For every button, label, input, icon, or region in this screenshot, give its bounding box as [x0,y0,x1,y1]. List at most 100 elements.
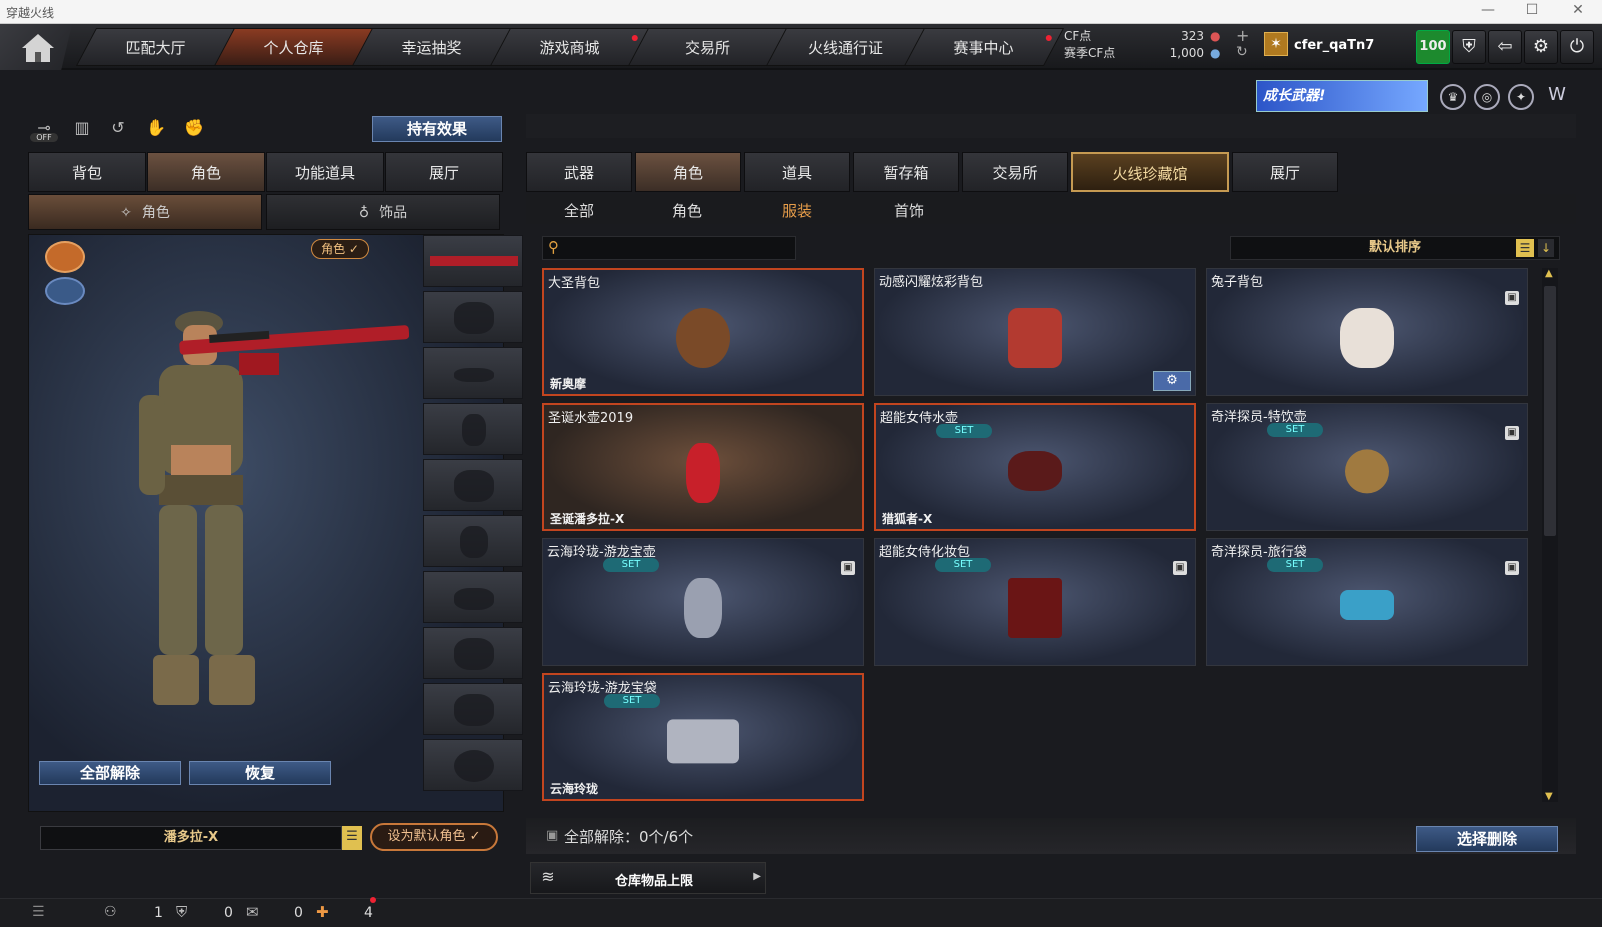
clan-icon[interactable]: ⛨ [176,903,187,921]
tab-event-center[interactable]: 赛事中心 [903,28,1065,66]
glove-icon[interactable]: ✊ [180,118,208,144]
scroll-up-icon[interactable]: ▲ [1545,268,1553,279]
home-button[interactable] [0,24,72,70]
lock-icon[interactable]: ▣ [1173,561,1187,575]
slot-weapon[interactable] [423,235,523,287]
slot-backpack[interactable] [423,459,523,511]
refresh-icon[interactable]: ↻ [1236,44,1248,60]
warehouse-limit-bar[interactable]: ≋ 仓库物品上限 ▶ [530,862,766,894]
subtab-role[interactable]: 角色 [672,200,702,221]
restore-button[interactable]: 恢复 [189,761,331,785]
subtab-clothing[interactable]: 服装 [782,200,812,221]
toggle-off-icon[interactable]: ⊸ OFF [30,118,58,144]
growth-weapon-banner[interactable]: 成长武器! [1256,80,1428,112]
tab-storage-box[interactable]: 暂存箱 [853,152,959,192]
item-card[interactable]: 兔子背包 ▣ [1206,268,1528,396]
item-card[interactable]: 圣诞水壶2019 圣诞潘多拉-X [542,403,864,531]
list-icon[interactable]: ☰ [32,904,45,920]
tab-game-shop[interactable]: 游戏商城 [489,28,651,66]
item-card[interactable]: 大圣背包 新奥摩 [542,268,864,396]
scrollbar[interactable]: ▲ ▼ [1542,268,1558,802]
pose-icon[interactable]: ✋ [142,118,170,144]
slot-ring[interactable] [423,739,523,791]
exit-room-icon[interactable]: ⇦ [1488,30,1522,64]
power-icon[interactable]: ⏻ [1560,30,1594,64]
star-icon[interactable]: ✦ [1508,84,1534,110]
shield-icon[interactable]: ⛨ [1452,30,1486,64]
lock-icon[interactable]: ▣ [1505,291,1519,305]
level-badge[interactable]: 100 [1416,30,1450,64]
unequip-all-button[interactable]: 全部解除 [39,761,181,785]
sort-dropdown[interactable]: 默认排序 [1230,236,1560,260]
menu-icon[interactable]: ☰ [342,826,362,850]
subtab-all[interactable]: 全部 [564,200,594,221]
slot-canteen[interactable] [423,515,523,567]
tab-match-lobby[interactable]: 匹配大厅 [75,28,237,66]
tab-collection-hall[interactable]: 火线珍藏馆 [1071,152,1229,192]
lock-icon[interactable]: ▣ [841,561,855,575]
tab-weapons[interactable]: 武器 [526,152,632,192]
item-card[interactable]: 云海玲珑-游龙宝壶 SET ▣ [542,538,864,666]
item-card[interactable]: 奇洋探员-旅行袋 SET ▣ [1206,538,1528,666]
scroll-thumb[interactable] [1544,286,1556,536]
rotate-icon[interactable]: ↺ [104,118,132,144]
tab-exchange[interactable]: 交易所 [962,152,1068,192]
subtab-accessory[interactable]: ♁ 饰品 [266,194,500,230]
character-preview[interactable]: 角色 ✓ 全部解除 恢复 [28,234,523,812]
item-card[interactable]: 超能女侍化妆包 SET ▣ [874,538,1196,666]
tab-function-items[interactable]: 功能道具 [266,152,384,192]
bookmark-icon: ▣ [546,828,559,843]
slot-pouch[interactable] [423,571,523,623]
add-cf-icon[interactable]: + [1236,26,1249,45]
w-logo-icon[interactable]: W [1544,84,1570,110]
tab-battle-pass[interactable]: 火线通行证 [765,28,927,66]
top-nav: 匹配大厅 个人仓库 幸运抽奖 游戏商城 交易所 火线通行证 赛事中心 CF点 赛… [0,24,1602,70]
gift-icon[interactable]: ✚ [316,903,329,921]
set-badge: SET [604,694,660,708]
mask-emblem-icon[interactable] [45,277,85,305]
set-default-role-button[interactable]: 设为默认角色 ✓ [370,823,498,851]
sort-direction-icon[interactable]: ↓ [1538,239,1554,257]
maximize-button[interactable]: ☐ [1512,2,1552,22]
tab-lucky-draw[interactable]: 幸运抽奖 [351,28,513,66]
search-input[interactable] [542,236,796,260]
tab-showroom[interactable]: 展厅 [1232,152,1338,192]
friends-icon[interactable]: ⚇ [104,904,117,920]
close-button[interactable]: ✕ [1558,2,1598,22]
set-badge: SET [603,558,659,572]
scroll-down-icon[interactable]: ▼ [1545,791,1553,802]
subtab-jewelry[interactable]: 首饰 [894,200,924,221]
lock-icon[interactable]: ▣ [1505,561,1519,575]
slot-helmet[interactable] [423,291,523,343]
slot-vest[interactable] [423,403,523,455]
slot-gloves[interactable] [423,683,523,735]
tab-items[interactable]: 道具 [744,152,850,192]
select-delete-button[interactable]: 选择删除 [1416,826,1558,852]
chat-icon[interactable]: ✉ [246,903,259,921]
gear-icon[interactable]: ⚙ [1524,30,1558,64]
slot-glasses[interactable] [423,347,523,399]
list-view-icon[interactable]: ☰ [1516,239,1534,257]
item-card[interactable]: 超能女侍水壶 SET 猎狐者-X [874,403,1196,531]
podium-icon[interactable]: ▥ [68,118,96,144]
tab-showroom[interactable]: 展厅 [385,152,503,192]
gear-icon[interactable]: ⚙ [1153,371,1191,391]
tab-bag[interactable]: 背包 [28,152,146,192]
set-badge: SET [1267,558,1323,572]
slot-pet[interactable] [423,627,523,679]
tab-characters[interactable]: 角色 [635,152,741,192]
globe-icon[interactable]: ◎ [1474,84,1500,110]
item-card[interactable]: 奇洋探员-特饮壶 SET ▣ [1206,403,1528,531]
badge-icon[interactable]: ♛ [1440,84,1466,110]
tab-personal-warehouse[interactable]: 个人仓库 [213,28,375,66]
tab-role[interactable]: 角色 [147,152,265,192]
item-card[interactable]: 动感闪耀炫彩背包 ⚙ [874,268,1196,396]
minimize-button[interactable]: — [1468,2,1508,22]
currency-labels: CF点 赛季CF点 [1064,29,1116,60]
item-card[interactable]: 云海玲珑-游龙宝袋 SET 云海玲珑 [542,673,864,801]
tab-exchange[interactable]: 交易所 [627,28,789,66]
subtab-role[interactable]: ✧ 角色 [28,194,262,230]
effect-button[interactable]: 持有效果 [372,116,502,142]
eagle-emblem-icon[interactable] [45,241,85,273]
lock-icon[interactable]: ▣ [1505,426,1519,440]
